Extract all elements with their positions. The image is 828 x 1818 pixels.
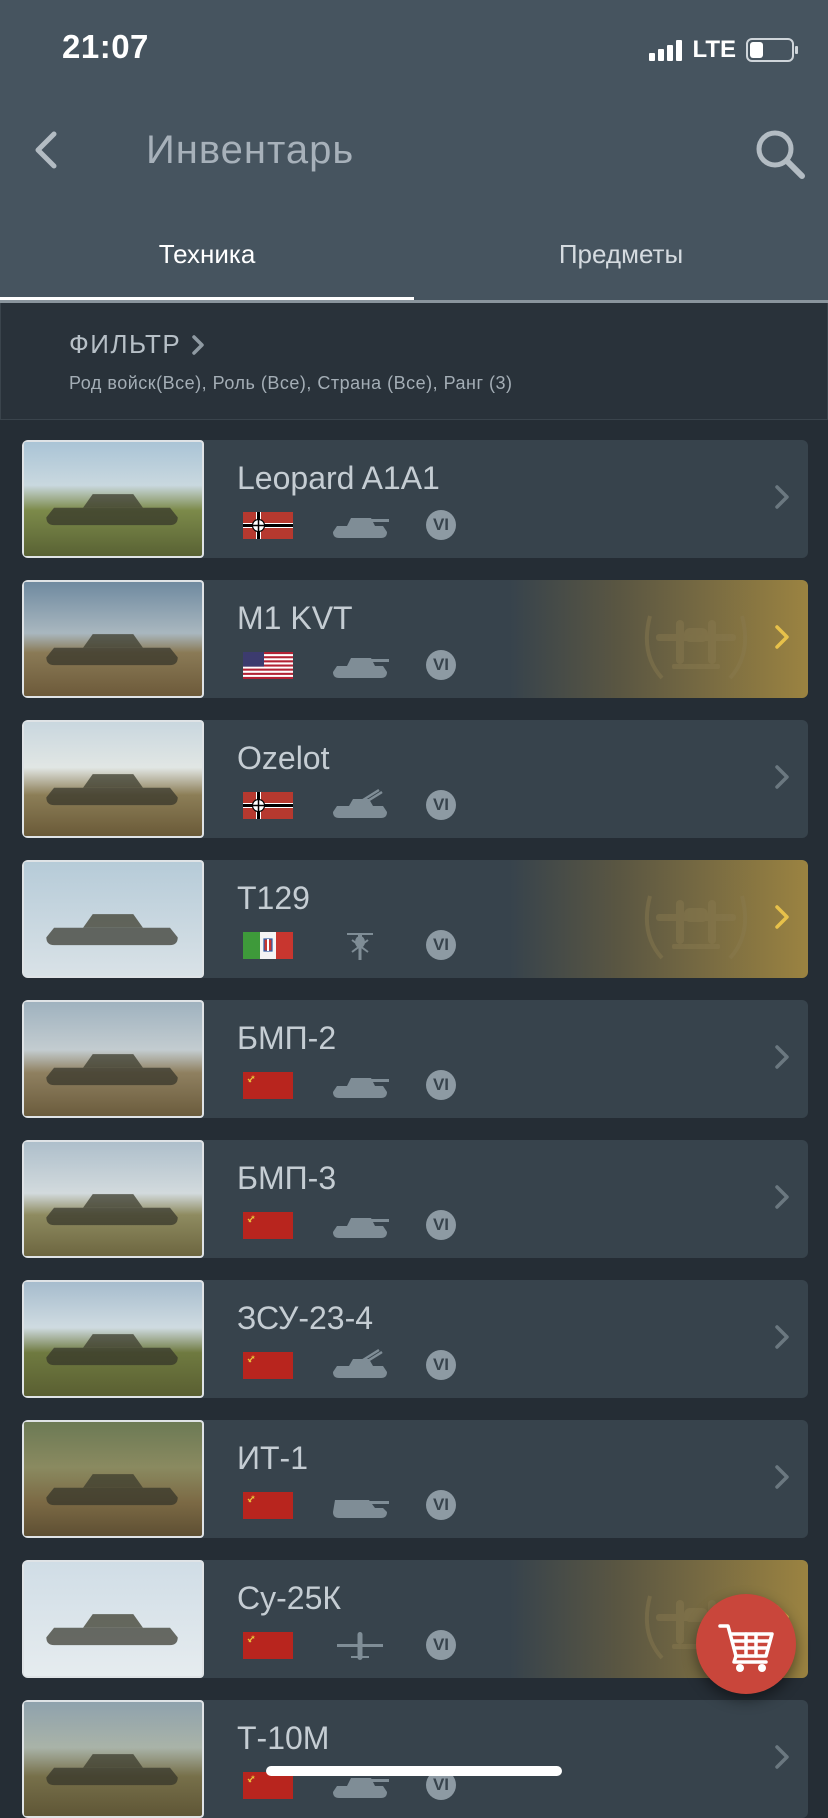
back-arrow-icon[interactable] (28, 128, 64, 172)
vehicle-name: Су-25К (237, 1580, 341, 1616)
vehicle-row[interactable]: T129 VI (22, 860, 808, 978)
vehicle-row[interactable]: Ozelot VI (22, 720, 808, 838)
spaa-icon (329, 788, 391, 822)
filter-panel[interactable]: ФИЛЬТР Род войск(Все), Роль (Все), Стран… (0, 303, 828, 420)
vehicle-thumbnail (22, 860, 204, 978)
rank-badge: VI (426, 930, 456, 960)
chevron-right-icon (775, 765, 789, 789)
active-tab-indicator (0, 297, 414, 300)
ussr-flag (243, 1632, 293, 1659)
vehicle-name: Leopard A1A1 (237, 460, 440, 496)
vehicle-name: T129 (237, 880, 310, 916)
filter-summary: Род войск(Все), Роль (Все), Страна (Все)… (69, 373, 513, 393)
filter-heading: ФИЛЬТР (69, 329, 205, 360)
vehicle-row[interactable]: БМП-2 VI (22, 1000, 808, 1118)
ussr-flag (243, 1492, 293, 1519)
vehicle-name: M1 KVT (237, 600, 353, 636)
premium-laurel-icon (632, 594, 760, 686)
vehicle-name: БМП-2 (237, 1020, 337, 1056)
italy-flag (243, 932, 293, 959)
chevron-right-icon (775, 905, 789, 929)
premium-laurel-icon (632, 874, 760, 966)
vehicle-row[interactable]: Су-25К VI (22, 1560, 808, 1678)
tank-destroyer-icon (329, 1488, 391, 1522)
chevron-right-icon (775, 1465, 789, 1489)
vehicle-row[interactable]: ЗСУ-23-4 VI (22, 1280, 808, 1398)
vehicle-thumbnail (22, 1560, 204, 1678)
vehicle-name: ЗСУ-23-4 (237, 1300, 374, 1336)
vehicle-thumbnail (22, 1140, 204, 1258)
chevron-right-icon (775, 1745, 789, 1769)
status-time: 21:07 (62, 28, 149, 65)
vehicle-name: Т-10М (237, 1720, 330, 1756)
cart-button[interactable] (696, 1594, 796, 1694)
vehicle-name: БМП-3 (237, 1160, 337, 1196)
status-indicators: LTE (649, 36, 798, 64)
cart-icon (718, 1624, 774, 1672)
vehicle-thumbnail (22, 1700, 204, 1818)
tab-bar: Техника Предметы (0, 228, 828, 302)
vehicle-thumbnail (22, 580, 204, 698)
chevron-right-icon (775, 1325, 789, 1349)
home-indicator (266, 1766, 562, 1776)
rank-badge: VI (426, 510, 456, 540)
tab-items[interactable]: Предметы (414, 228, 828, 302)
vehicle-row[interactable]: Т-10М VI (22, 1700, 808, 1818)
vehicle-thumbnail (22, 1420, 204, 1538)
ussr-flag (243, 1072, 293, 1099)
vehicle-row[interactable]: БМП-3 VI (22, 1140, 808, 1258)
search-icon[interactable] (752, 126, 808, 182)
vehicle-row[interactable]: M1 KVT VI (22, 580, 808, 698)
spaa-icon (329, 1348, 391, 1382)
rank-badge: VI (426, 1070, 456, 1100)
tab-vehicles[interactable]: Техника (0, 228, 414, 302)
aircraft-icon (329, 1628, 391, 1662)
rank-badge: VI (426, 790, 456, 820)
signal-icon (649, 39, 683, 61)
battery-icon (746, 38, 798, 62)
chevron-right-icon (192, 334, 204, 355)
germany-flag (243, 792, 293, 819)
vehicle-name: ИТ-1 (237, 1440, 308, 1476)
tank-icon (329, 1208, 391, 1242)
germany-flag (243, 512, 293, 539)
rank-badge: VI (426, 1490, 456, 1520)
vehicle-thumbnail (22, 440, 204, 558)
rank-badge: VI (426, 1350, 456, 1380)
vehicle-thumbnail (22, 720, 204, 838)
usa-flag (243, 652, 293, 679)
chevron-right-icon (775, 485, 789, 509)
vehicle-row[interactable]: Leopard A1A1 VI (22, 440, 808, 558)
tank-icon (329, 1068, 391, 1102)
ussr-flag (243, 1352, 293, 1379)
vehicle-name: Ozelot (237, 740, 330, 776)
chevron-right-icon (775, 625, 789, 649)
vehicle-thumbnail (22, 1000, 204, 1118)
vehicle-row[interactable]: ИТ-1 VI (22, 1420, 808, 1538)
ussr-flag (243, 1212, 293, 1239)
rank-badge: VI (426, 1210, 456, 1240)
network-label: LTE (692, 36, 736, 63)
app-header: 21:07 LTE Инвентарь Техника Предметы (0, 0, 828, 302)
chevron-right-icon (775, 1045, 789, 1069)
page-title: Инвентарь (146, 128, 355, 172)
filter-label: ФИЛЬТР (69, 329, 182, 359)
rank-badge: VI (426, 650, 456, 680)
rank-badge: VI (426, 1630, 456, 1660)
tank-icon (329, 648, 391, 682)
helicopter-icon (329, 928, 391, 962)
ussr-flag (243, 1772, 293, 1799)
tank-icon (329, 508, 391, 542)
chevron-right-icon (775, 1185, 789, 1209)
vehicle-thumbnail (22, 1280, 204, 1398)
